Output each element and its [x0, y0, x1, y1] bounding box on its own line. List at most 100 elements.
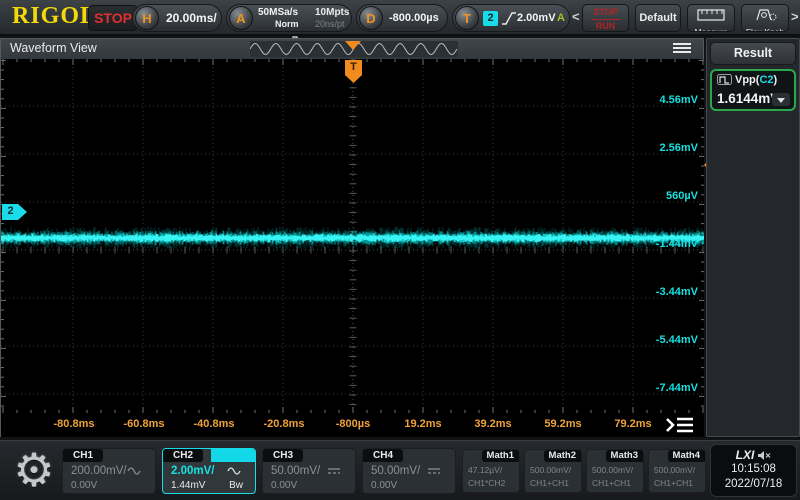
- waveform-view-title: Waveform View: [10, 41, 97, 55]
- t-axis-label: -40.8ms: [194, 418, 235, 430]
- trigger-knob[interactable]: T: [455, 6, 479, 30]
- math1-expression: CH1*CH2: [468, 478, 505, 488]
- sample-resolution-value: 20ns/pt: [315, 19, 345, 29]
- overview-trigger-position-icon[interactable]: [345, 41, 361, 50]
- math-card-math3[interactable]: Math3 500.00mV/ CH1+CH1: [586, 449, 644, 493]
- rigol-gear-logo-button[interactable]: ⚙: [8, 443, 60, 497]
- ac-coupling-icon: [227, 465, 241, 477]
- measure-label: Measure: [688, 27, 734, 32]
- knob-icon: [751, 9, 779, 21]
- dc-coupling-icon: [427, 465, 441, 477]
- menu-icon[interactable]: [673, 43, 691, 55]
- run-state-indicator[interactable]: STOP: [88, 5, 138, 31]
- math3-expression: CH1+CH1: [592, 478, 631, 488]
- toolbar-next-icon[interactable]: >: [791, 9, 799, 24]
- horizontal-scale-group[interactable]: H 20.00ms/: [132, 4, 222, 32]
- run-label: RUN: [583, 20, 628, 32]
- vpp-source: C2: [759, 74, 773, 86]
- rising-edge-icon: [501, 10, 516, 27]
- ch3-tab: CH3: [263, 449, 303, 462]
- math4-tab: Math4: [668, 450, 705, 462]
- ch2-tab: CH2: [163, 449, 203, 462]
- math-card-math1[interactable]: Math1 47.12µV/ CH1*CH2: [462, 449, 520, 493]
- lxi-status-box[interactable]: LXI 10:15:08 2022/07/18: [710, 444, 797, 497]
- stop-run-button[interactable]: STOP RUN: [582, 4, 629, 32]
- channel-card-ch4[interactable]: CH4 50.00mV/ 0.00V: [362, 448, 456, 494]
- memory-overview-strip[interactable]: [250, 41, 458, 57]
- delay-knob[interactable]: D: [359, 6, 383, 30]
- delay-value: -800.00µs: [389, 12, 439, 24]
- pulse-waveform-icon: [717, 74, 732, 85]
- horizontal-knob[interactable]: H: [135, 6, 159, 30]
- sample-rate-value: 50MSa/s: [258, 7, 298, 18]
- t-axis-label: 59.2ms: [544, 418, 581, 430]
- stop-label: STOP: [591, 6, 620, 20]
- dropdown-icon[interactable]: [772, 93, 790, 106]
- v-axis-label: 560µV: [666, 190, 698, 202]
- dc-coupling-icon: [327, 465, 341, 477]
- v-axis-label: 2.56mV: [659, 142, 698, 154]
- horizontal-scale-value: 20.00ms/: [166, 11, 217, 25]
- ch2-active-strip: [211, 449, 255, 462]
- ac-coupling-icon: [127, 465, 141, 477]
- rigol-brand-logo: RIGOL: [12, 3, 97, 30]
- toolbar-prev-icon[interactable]: <: [572, 9, 580, 24]
- vpp-value: 1.6144mV: [717, 91, 779, 106]
- acquire-knob[interactable]: A: [229, 6, 253, 30]
- math2-scale: 500.00mV/: [530, 465, 571, 475]
- bottom-status-bar: ⚙ CH1 200.00mV/ 0.00V CH2 2.00mV/ 1.44mV…: [0, 440, 800, 500]
- t-axis-label: -800µs: [336, 418, 370, 430]
- ch4-tab: CH4: [363, 449, 403, 462]
- ch1-offset: 0.00V: [71, 480, 151, 491]
- ch2-bandwidth-limit: Bw: [229, 480, 243, 491]
- trigger-source-badge: 2: [483, 11, 498, 26]
- ch3-offset: 0.00V: [271, 480, 351, 491]
- result-panel: Result Vpp(C2) 1.6144mV: [706, 38, 800, 437]
- channel-card-ch1[interactable]: CH1 200.00mV/ 0.00V: [62, 448, 156, 494]
- ch2-scale: 2.00mV/: [171, 465, 214, 477]
- math3-scale: 500.00mV/: [592, 465, 633, 475]
- ch1-scale: 200.00mV/: [71, 465, 127, 477]
- ch2-waveform-trace: [1, 59, 704, 413]
- speaker-mute-icon: [758, 450, 771, 461]
- flex-knob-button[interactable]: Flex Knob: [741, 4, 789, 32]
- math2-tab: Math2: [544, 450, 581, 462]
- math1-tab: Math1: [482, 450, 519, 462]
- t-axis-label: 19.2ms: [404, 418, 441, 430]
- math1-scale: 47.12µV/: [468, 465, 502, 475]
- t-axis-label: -20.8ms: [264, 418, 305, 430]
- default-button[interactable]: Default: [635, 4, 681, 32]
- expand-menu-icon[interactable]: [665, 415, 695, 435]
- memory-depth-value: 10Mpts: [315, 7, 349, 18]
- acquire-group[interactable]: A 50MSa/s Norm 10Mpts 20ns/pt: [226, 4, 352, 32]
- ch4-offset: 0.00V: [371, 480, 451, 491]
- ch3-scale: 50.00mV/: [271, 465, 320, 477]
- channel-card-ch2[interactable]: CH2 2.00mV/ 1.44mV Bw: [162, 448, 256, 494]
- ch4-scale: 50.00mV/: [371, 465, 420, 477]
- flex-knob-label: Flex Knob: [742, 27, 788, 32]
- t-axis-label: 79.2ms: [614, 418, 651, 430]
- math2-expression: CH1+CH1: [530, 478, 569, 488]
- math-card-math2[interactable]: Math2 500.00mV/ CH1+CH1: [524, 449, 582, 493]
- lxi-label: LXI: [736, 448, 755, 462]
- trigger-group[interactable]: T 2 2.00mV A: [452, 4, 570, 32]
- result-panel-header[interactable]: Result: [710, 42, 796, 65]
- v-axis-label: -5.44mV: [656, 334, 698, 346]
- trigger-level-value: 2.00mV: [517, 12, 556, 24]
- top-toolbar: RIGOL STOP H 20.00ms/ A 50MSa/s Norm 10M…: [0, 0, 800, 36]
- vpp-measurement-card[interactable]: Vpp(C2) 1.6144mV: [710, 69, 796, 111]
- v-axis-label: -3.44mV: [656, 286, 698, 298]
- trigger-sweep-auto: A: [557, 12, 565, 24]
- vpp-measurement-name: Vpp(C2): [717, 74, 777, 88]
- math-card-math4[interactable]: Math4 500.00mV/ CH1+CH1: [648, 449, 706, 493]
- ruler-icon: [697, 9, 725, 21]
- clock-date: 2022/07/18: [711, 477, 796, 492]
- clock-time: 10:15:08: [711, 462, 796, 477]
- plot-area[interactable]: 4.56mV 2.56mV 560µV -1.44mV -3.44mV -5.4…: [1, 59, 704, 413]
- ch2-offset: 1.44mV: [171, 480, 205, 491]
- math3-tab: Math3: [606, 450, 643, 462]
- channel-card-ch3[interactable]: CH3 50.00mV/ 0.00V: [262, 448, 356, 494]
- measure-button[interactable]: Measure: [687, 4, 735, 32]
- delay-group[interactable]: D -800.00µs: [356, 4, 448, 32]
- time-axis: -80.8ms -60.8ms -40.8ms -20.8ms -800µs 1…: [1, 413, 704, 437]
